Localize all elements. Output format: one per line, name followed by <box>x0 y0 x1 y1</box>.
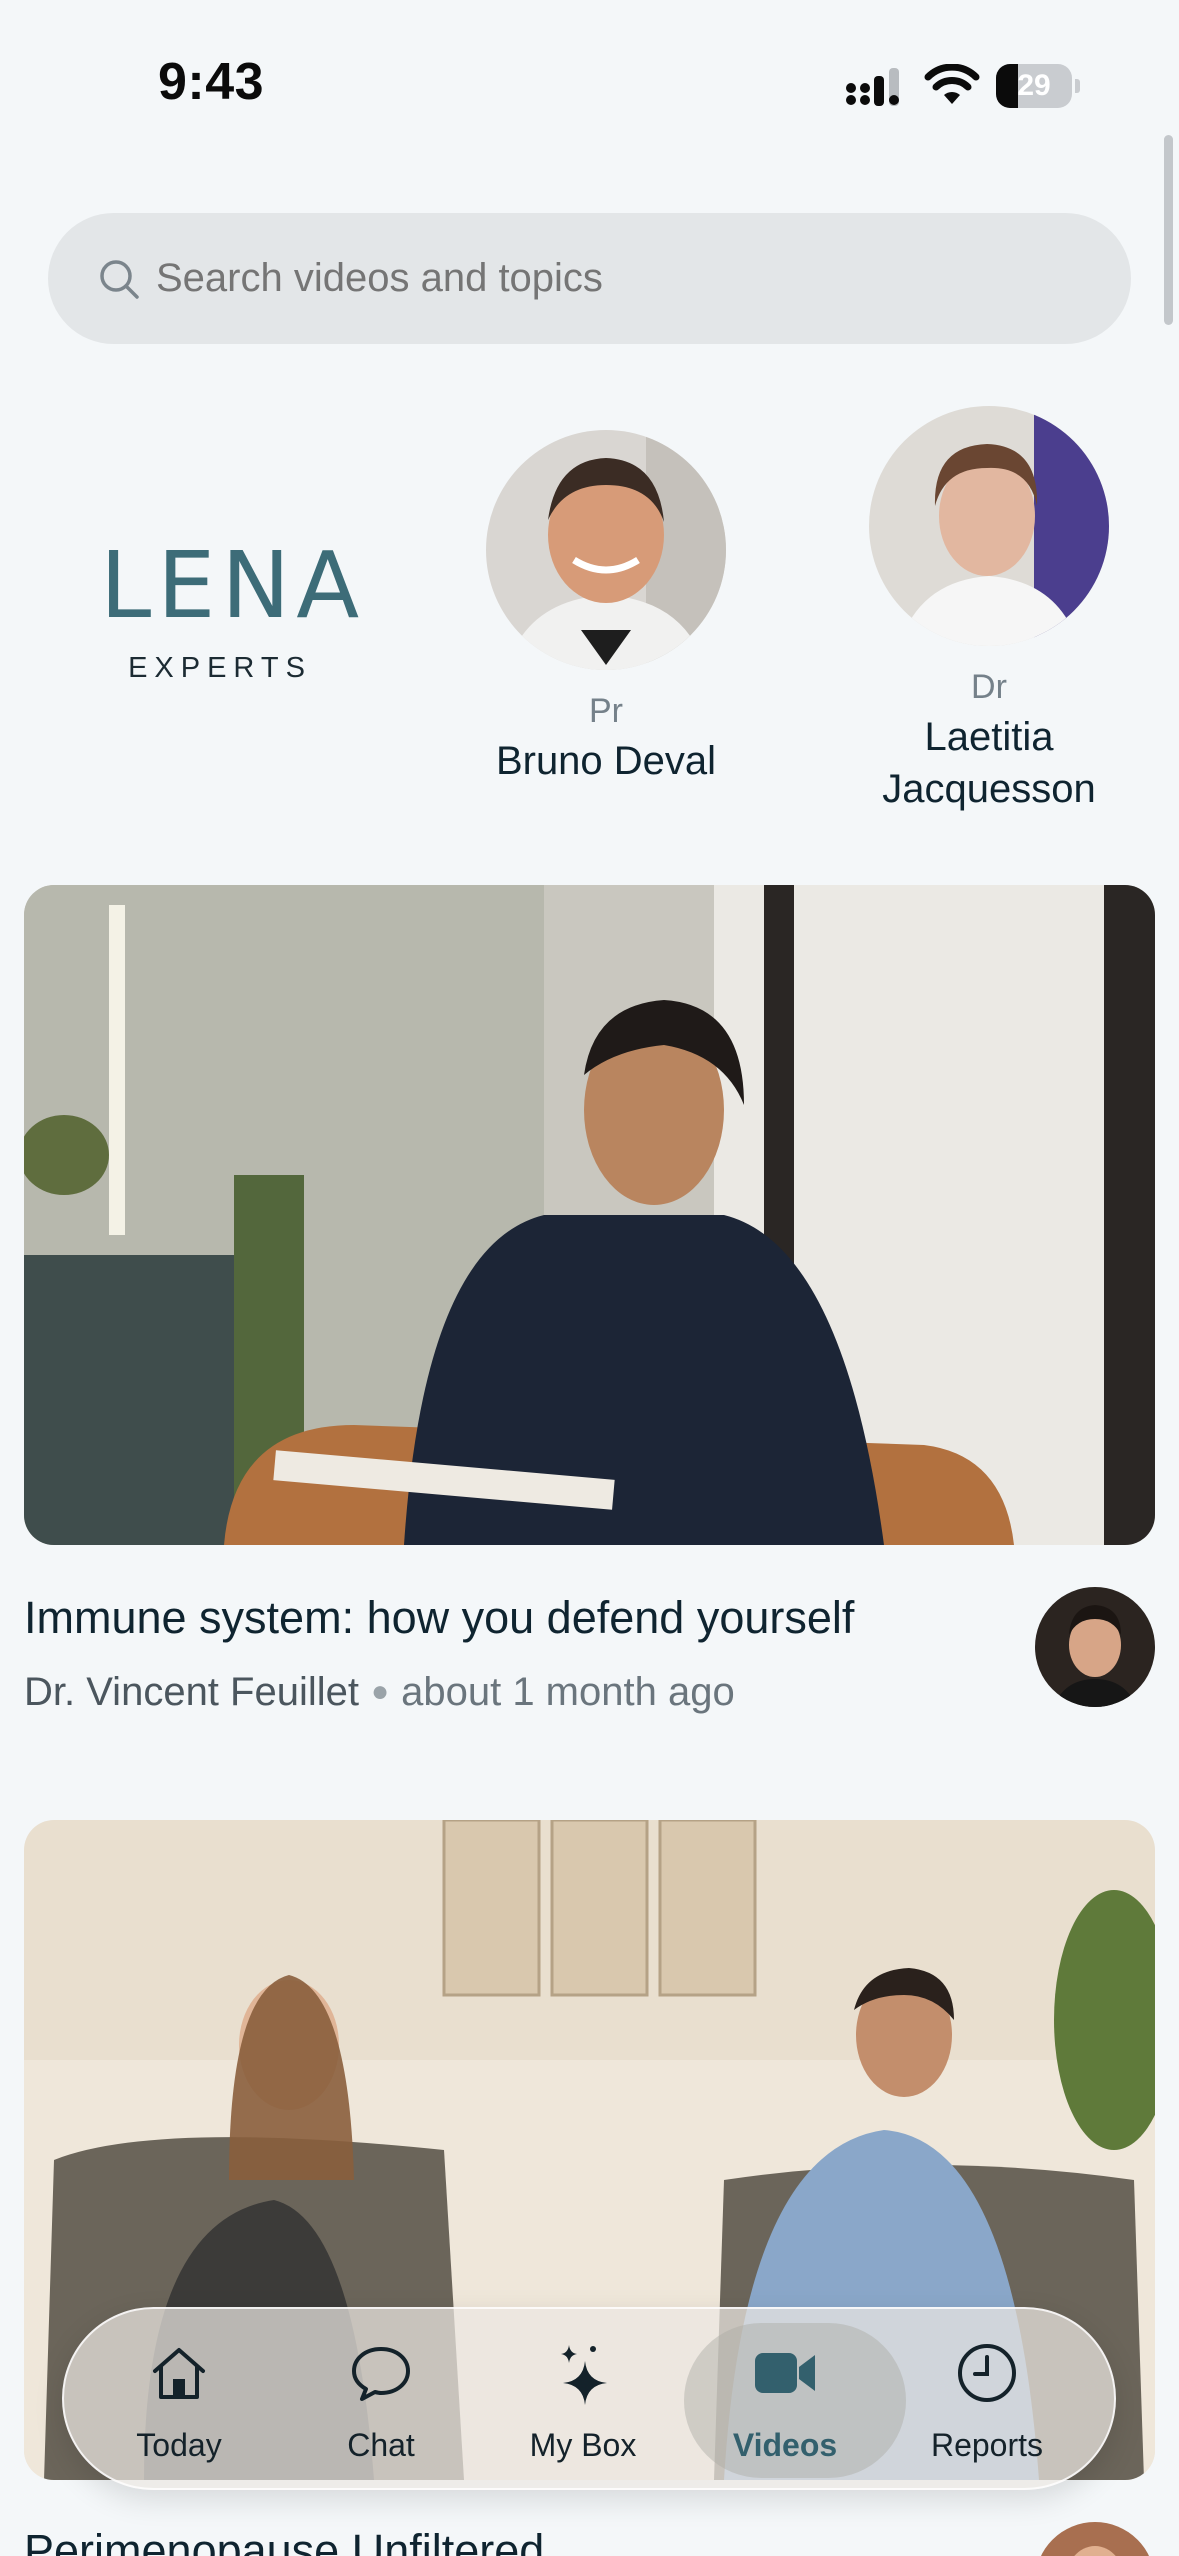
video-title[interactable]: Perimenopause Unfiltered <box>24 2525 544 2556</box>
lena-experts-logo[interactable]: LENA EXPERTS <box>100 532 366 685</box>
expert-name: Laetitia Jacquesson <box>882 715 1096 811</box>
video-thumbnail[interactable] <box>24 885 1155 1545</box>
expert-title: Pr <box>589 692 623 730</box>
tab-videos[interactable]: Videos <box>682 2309 888 2492</box>
clock-icon <box>958 2344 1016 2402</box>
logo-subtitle: EXPERTS <box>128 652 312 684</box>
expert-title: Dr <box>971 668 1007 706</box>
chat-bubble-icon <box>352 2347 410 2401</box>
video-meta: Dr. Vincent Feuillet ● about 1 month ago <box>24 1670 735 1715</box>
scrollbar[interactable] <box>1164 135 1173 325</box>
author-avatar[interactable] <box>1035 1587 1155 1707</box>
video-author[interactable]: Dr. Vincent Feuillet <box>24 1670 359 1714</box>
battery-level: 29 <box>1017 69 1051 102</box>
logo-word: LENA <box>100 532 366 639</box>
tab-label: Today <box>136 2427 222 2463</box>
search-icon <box>100 260 139 299</box>
cellular-signal-icon <box>846 68 899 106</box>
separator-dot: ● <box>370 1675 390 1708</box>
search-bar[interactable] <box>48 213 1131 344</box>
home-icon <box>153 2348 205 2399</box>
tab-label: Videos <box>732 2427 838 2463</box>
expert-bruno-deval[interactable]: Pr Bruno Deval <box>466 430 746 787</box>
avatar <box>486 430 726 670</box>
battery-indicator: 29 <box>996 64 1080 108</box>
tab-label: Reports <box>930 2427 1044 2463</box>
sparkles-icon <box>561 2345 607 2405</box>
status-time: 9:43 <box>158 53 265 111</box>
tab-reports[interactable]: Reports <box>884 2309 1090 2492</box>
tab-label: Chat <box>347 2427 415 2463</box>
avatar <box>869 406 1109 646</box>
video-title[interactable]: Immune system: how you defend yourself <box>24 1592 854 1644</box>
author-avatar[interactable] <box>1035 2522 1155 2556</box>
tab-label: My Box <box>529 2427 637 2463</box>
video-camera-icon <box>755 2353 815 2393</box>
search-input[interactable] <box>156 213 1056 344</box>
video-time: about 1 month ago <box>401 1670 735 1714</box>
tab-bar: Today Chat My Box Videos Reports <box>62 2307 1116 2490</box>
wifi-icon <box>924 64 980 104</box>
tab-my-box[interactable]: My Box <box>480 2309 686 2492</box>
tab-today[interactable]: Today <box>76 2309 282 2492</box>
expert-name: Bruno Deval <box>495 739 717 783</box>
expert-laetitia-jacquesson[interactable]: Dr Laetitia Jacquesson <box>849 406 1129 815</box>
tab-chat[interactable]: Chat <box>278 2309 484 2492</box>
status-bar: 9:43 29 <box>0 0 1179 150</box>
